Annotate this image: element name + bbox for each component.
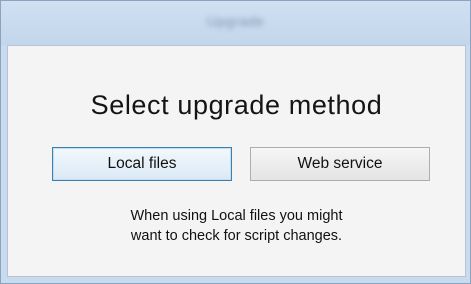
dialog-heading: Select upgrade method — [90, 90, 383, 120]
info-line-2: want to check for script changes. — [130, 228, 343, 244]
info-line-1: When using Local files you might — [130, 208, 343, 224]
web-service-button[interactable]: Web service — [250, 147, 430, 181]
dialog-window: Upgrade Select upgrade method Local file… — [0, 0, 471, 284]
title-bar[interactable]: Upgrade — [1, 1, 470, 45]
dialog-content: Select upgrade method Local files Web se… — [7, 45, 466, 277]
window-title: Upgrade — [206, 13, 265, 29]
info-text: When using Local files you might want to… — [8, 206, 465, 246]
local-files-button[interactable]: Local files — [52, 147, 232, 181]
